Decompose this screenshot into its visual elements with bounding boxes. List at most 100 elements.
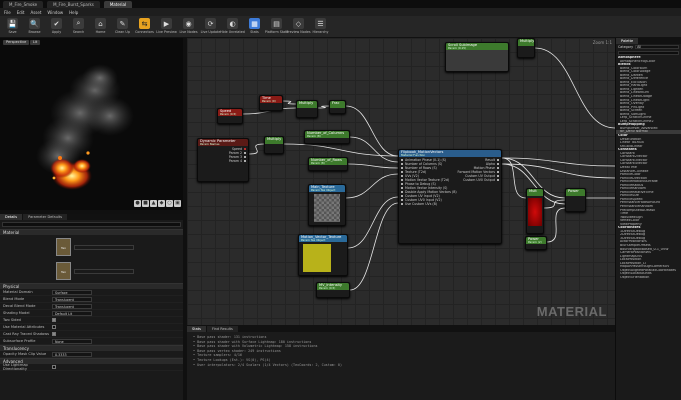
node-speed[interactable]: Speed Param (0.5) <box>217 108 243 124</box>
node-scroll-subimage[interactable]: Scroll Subimage Param (0.15) <box>445 42 509 72</box>
toolbar-button-preview-nodes[interactable]: ◇ Preview Nodes <box>286 16 311 37</box>
pin-dot[interactable] <box>401 167 403 169</box>
pin-dot[interactable] <box>401 203 403 205</box>
pin-dot[interactable] <box>401 183 403 185</box>
texture-thumbnail[interactable]: Tex <box>56 238 71 256</box>
tab-details[interactable]: Details <box>0 214 23 220</box>
pin-dot[interactable] <box>401 199 403 201</box>
menu-file[interactable]: File <box>4 10 11 15</box>
preview-viewport[interactable]: Perspective Lit ● ■ ▲ ◆ ○ ▣ <box>0 38 183 210</box>
pin-dot[interactable] <box>497 163 499 165</box>
preview-cone-button[interactable]: ▲ <box>150 200 157 207</box>
toolbar-button-apply[interactable]: ✔ Apply <box>47 16 66 37</box>
toolbar-button-save[interactable]: 💾 Save <box>3 16 22 37</box>
category-select[interactable]: All <box>635 45 679 49</box>
property-checkbox[interactable] <box>52 325 56 329</box>
property-checkbox[interactable] <box>52 318 56 322</box>
graph-wire[interactable] <box>248 143 265 155</box>
pin-dot[interactable] <box>497 171 499 173</box>
tab-stats[interactable]: Stats <box>187 326 206 332</box>
graph-wire[interactable] <box>546 207 566 243</box>
flipbook-output-pin[interactable]: Custom UV0 Output <box>458 178 499 182</box>
graph-wire[interactable] <box>347 196 399 249</box>
property-checkbox[interactable] <box>52 365 56 369</box>
node-multiply-2[interactable]: Multiply <box>264 136 284 154</box>
pin-dot[interactable] <box>244 152 246 154</box>
pin-dot[interactable] <box>401 179 403 181</box>
graph-wire[interactable] <box>317 105 330 109</box>
pin-dot[interactable] <box>401 187 403 189</box>
preview-mesh-button[interactable]: ▣ <box>174 200 181 207</box>
palette-item[interactable]: ObjectOrientation <box>616 276 681 280</box>
details-search-input[interactable] <box>2 222 181 227</box>
pin-dot[interactable] <box>497 159 499 161</box>
tab-palette[interactable]: Palette <box>616 38 639 44</box>
node-mult-red[interactable]: Mult <box>526 188 544 234</box>
node-main-texture[interactable]: Main_Texture Param Tex Object <box>308 184 346 226</box>
toolbar-button-home[interactable]: ⌂ Home <box>91 16 110 37</box>
pin-dot[interactable] <box>244 148 246 150</box>
toolbar-button-browse[interactable]: 🔍 Browse <box>25 16 44 37</box>
preview-cube-button[interactable]: ■ <box>142 200 149 207</box>
flipbook-input-pin[interactable]: Use Custom UVs (B) <box>401 202 457 206</box>
pin-dot[interactable] <box>401 163 403 165</box>
menu-help[interactable]: Help <box>69 10 78 15</box>
node-power-param[interactable]: Power Param (2) <box>525 236 547 250</box>
property-value[interactable]: Default Lit <box>52 310 92 316</box>
toolbar-button-stats[interactable]: ▦ Stats <box>245 16 264 37</box>
graph-wire[interactable] <box>534 47 615 129</box>
perspective-menu[interactable]: Perspective <box>3 40 30 45</box>
toolbar-button-hide-unrelated[interactable]: ◐ Hide Unrelated <box>220 16 245 37</box>
node-mv-intensity[interactable]: MV_Intensity Param (0.5) <box>316 282 350 298</box>
toolbar-button-platform-stats[interactable]: ▤ Platform Stats <box>265 16 288 37</box>
graph-wire[interactable] <box>501 163 615 179</box>
node-number-of-rows[interactable]: Number_of_Rows Param (8) <box>308 157 348 171</box>
node-power[interactable]: Power <box>565 188 586 212</box>
lit-menu[interactable]: Lit <box>30 40 41 45</box>
pin-dot[interactable] <box>244 160 246 162</box>
graph-wire[interactable] <box>347 163 399 169</box>
editor-tab-2[interactable]: M_Fire_Burst_Sparks <box>47 0 100 8</box>
toolbar-button-live-preview[interactable]: ▶ Live Preview <box>156 16 177 37</box>
tab-parameter-defaults[interactable]: Parameter Defaults <box>23 214 68 220</box>
pin-dot[interactable] <box>401 175 403 177</box>
pin-dot[interactable] <box>244 156 246 158</box>
graph-wire[interactable] <box>349 202 399 291</box>
pin-dot[interactable] <box>401 171 403 173</box>
toolbar-button-connectors[interactable]: ⇆ Connectors <box>135 16 154 37</box>
pin-dot[interactable] <box>497 175 499 177</box>
toolbar-button-live-nodes[interactable]: ◉ Live Nodes <box>179 16 198 37</box>
texture-selector[interactable] <box>74 244 134 250</box>
property-checkbox[interactable] <box>52 332 56 336</box>
menu-window[interactable]: Window <box>47 10 63 15</box>
graph-wire[interactable] <box>345 173 399 199</box>
graph-wire[interactable] <box>345 105 399 157</box>
pin-dot[interactable] <box>497 167 499 169</box>
toolbar-button-live-update[interactable]: ⟳ Live Update <box>201 16 220 37</box>
mask-selector[interactable] <box>74 268 134 274</box>
node-pin[interactable]: Param 4 <box>200 159 246 163</box>
pin-dot[interactable] <box>401 191 403 193</box>
toolbar-button-hierarchy[interactable]: ☰ Hierarchy <box>311 16 330 37</box>
toolbar-button-search[interactable]: ⌕ Search <box>69 16 88 37</box>
mask-thumbnail[interactable]: Tex <box>56 262 71 280</box>
menu-asset[interactable]: Asset <box>30 10 41 15</box>
node-multiply-top[interactable]: Multiply <box>517 38 535 58</box>
material-graph[interactable]: Scroll Subimage Param (0.15) Multiply Spe… <box>187 38 615 325</box>
preview-plane-button[interactable]: ○ <box>166 200 173 207</box>
node-motion-vector-texture[interactable]: Motion_Vector_Texture Param Tex Object <box>298 234 348 276</box>
palette-search-input[interactable] <box>618 51 679 55</box>
node-time[interactable]: Time Param (0) <box>259 95 283 111</box>
node-number-of-columns[interactable]: Number_of_Columns Param (8) <box>304 130 350 144</box>
property-value[interactable]: 0.3333 <box>52 351 92 357</box>
pin-dot[interactable] <box>401 159 403 161</box>
toolbar-button-clean-up[interactable]: ✎ Clean Up <box>113 16 132 37</box>
pin-dot[interactable] <box>401 195 403 197</box>
preview-sphere-button[interactable]: ● <box>134 200 141 207</box>
property-value[interactable]: Translucent <box>52 296 92 302</box>
preview-shape-button[interactable]: ◆ <box>158 200 165 207</box>
graph-wire[interactable] <box>282 100 297 105</box>
tab-find-results[interactable]: Find Results <box>206 326 238 332</box>
graph-wire[interactable] <box>349 136 399 163</box>
editor-tab-3[interactable]: Material <box>103 0 133 8</box>
